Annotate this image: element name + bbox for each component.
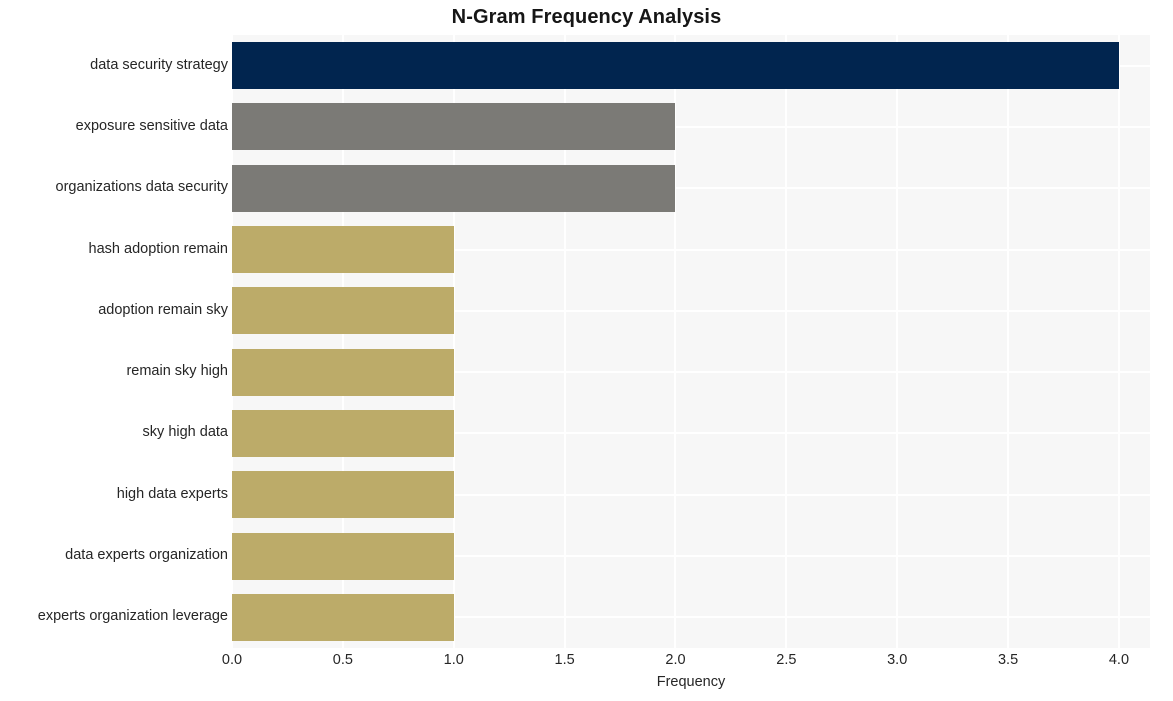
bar[interactable] xyxy=(232,103,676,150)
y-axis-tick-label: exposure sensitive data xyxy=(75,117,228,134)
bar[interactable] xyxy=(232,349,454,396)
x-axis-tick-label: 2.0 xyxy=(665,652,686,668)
bar[interactable] xyxy=(232,594,454,641)
bar[interactable] xyxy=(232,533,454,580)
x-axis-tick-label: 3.5 xyxy=(997,652,1019,668)
x-axis-tick-label: 0.0 xyxy=(221,652,243,668)
bar[interactable] xyxy=(232,410,454,457)
bar[interactable] xyxy=(232,287,454,334)
chart-figure: N-Gram Frequency Analysis data security … xyxy=(0,0,1173,701)
x-axis-tick-label: 3.0 xyxy=(887,652,908,668)
bar[interactable] xyxy=(232,165,676,212)
x-axis-tick-label: 1.5 xyxy=(554,652,575,668)
bar[interactable] xyxy=(232,226,454,273)
y-axis-tick-label: high data experts xyxy=(116,485,228,502)
y-axis-tick-label: data security strategy xyxy=(90,56,228,73)
bar[interactable] xyxy=(232,42,1119,89)
x-axis-tick-label: 4.0 xyxy=(1108,652,1130,668)
x-axis-tick-label: 1.0 xyxy=(443,652,464,668)
y-axis-tick-label: hash adoption remain xyxy=(88,240,228,257)
y-axis-tick-label: experts organization leverage xyxy=(37,608,228,625)
y-axis-tick-label: adoption remain sky xyxy=(98,301,228,318)
x-axis-label: Frequency xyxy=(656,674,726,690)
plot-area xyxy=(232,35,1150,648)
y-axis-tick-label: organizations data security xyxy=(55,179,229,196)
y-axis-tick-label: sky high data xyxy=(142,424,228,441)
y-axis-tick-label: remain sky high xyxy=(126,363,228,380)
x-axis-tick-label: 2.5 xyxy=(776,652,797,668)
x-axis-tick-label: 0.5 xyxy=(332,652,353,668)
bar[interactable] xyxy=(232,471,454,518)
y-axis-tick-label: data experts organization xyxy=(65,547,228,564)
chart-title: N-Gram Frequency Analysis xyxy=(451,6,722,28)
